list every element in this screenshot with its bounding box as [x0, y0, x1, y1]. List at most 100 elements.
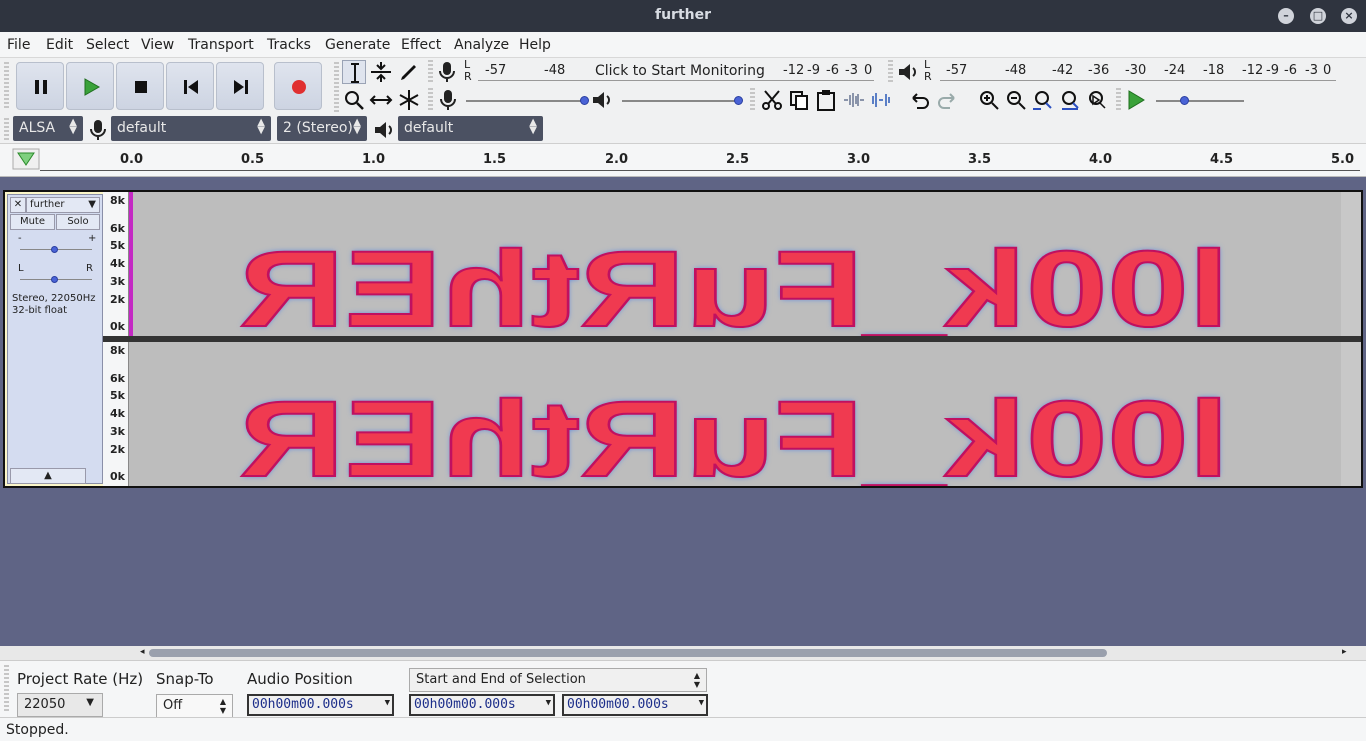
record-button[interactable]	[274, 62, 322, 110]
ruler-tick: 5.0	[1331, 152, 1355, 167]
timeline-ruler[interactable]: 0.0 0.5 1.0 1.5 2.0 2.5 3.0 3.5 4.0 4.5 …	[0, 144, 1366, 177]
fit-selection-button[interactable]	[1031, 88, 1055, 112]
paste-button[interactable]	[814, 88, 838, 112]
scroll-left-icon[interactable]: ◂	[140, 647, 145, 657]
skip-to-end-button[interactable]	[216, 62, 264, 110]
copy-button[interactable]	[787, 88, 811, 112]
menu-effect[interactable]: Effect	[401, 37, 441, 53]
pan-slider[interactable]	[20, 276, 92, 283]
toolbar-grip[interactable]	[428, 88, 433, 112]
skip-to-start-button[interactable]	[166, 62, 214, 110]
zoom-tool[interactable]	[342, 88, 366, 112]
cut-button[interactable]	[760, 88, 784, 112]
playback-meter-bar[interactable]	[940, 80, 1336, 81]
frequency-scale-right[interactable]: 8k 6k 5k 4k 3k 2k 0k	[103, 342, 129, 486]
collapse-track-button[interactable]: ▲	[10, 468, 86, 484]
menu-file[interactable]: File	[7, 37, 30, 53]
audio-host-select[interactable]: ALSA ▲ ▼	[13, 116, 83, 141]
spectrogram-right-channel[interactable]: l00k_FuRthER l00k_FuRthER	[129, 342, 1361, 486]
playback-meter-button[interactable]	[896, 60, 920, 84]
toolbar-grip[interactable]	[4, 665, 9, 713]
project-rate-select[interactable]: 22050 ▼	[17, 693, 103, 717]
recording-channels-select[interactable]: 2 (Stereo) ▲ ▼	[277, 116, 367, 141]
selection-mode-select[interactable]: Start and End of Selection ▲ ▼	[409, 668, 707, 692]
minimize-icon[interactable]: –	[1278, 8, 1294, 24]
recording-device-select[interactable]: default ▲ ▼	[111, 116, 271, 141]
horizontal-scrollbar[interactable]: ◂ ▸	[0, 646, 1366, 660]
selection-tool[interactable]	[342, 60, 366, 84]
play-meter-tick: -42	[1052, 63, 1074, 78]
dropdown-arrow-icon: ▼	[545, 698, 551, 708]
pin-head-icon[interactable]	[12, 148, 40, 170]
fit-project-button[interactable]	[1058, 88, 1082, 112]
playback-device-select[interactable]: default ▲ ▼	[398, 116, 543, 141]
play-button[interactable]	[66, 62, 114, 110]
freq-label: 4k	[110, 407, 125, 420]
audio-track[interactable]: ✕ further ▼ Mute Solo - + L R Stereo, 22…	[3, 190, 1363, 488]
toolbar-grip[interactable]	[4, 62, 9, 110]
close-window-icon[interactable]: ×	[1341, 8, 1357, 24]
microphone-icon	[440, 90, 456, 110]
silence-audio-button[interactable]	[869, 88, 893, 112]
audio-position-time[interactable]: 00h00m00.000s ▼	[247, 694, 394, 716]
pause-icon	[35, 80, 47, 94]
skip-end-icon	[234, 80, 248, 94]
play-meter-tick: -9	[1266, 63, 1279, 78]
menu-tracks[interactable]: Tracks	[267, 37, 311, 53]
scrollbar-thumb[interactable]	[149, 649, 1107, 657]
speaker-icon	[375, 122, 392, 138]
title-bar: further – □ ×	[0, 0, 1366, 32]
trim-audio-button[interactable]	[842, 88, 866, 112]
recording-volume-slider[interactable]	[466, 96, 589, 105]
track-format-info: Stereo, 22050Hz	[12, 293, 96, 304]
redo-button[interactable]	[935, 88, 959, 112]
menu-edit[interactable]: Edit	[46, 37, 73, 53]
select-arrows-icon: ▲ ▼	[219, 697, 226, 715]
scroll-right-icon[interactable]: ▸	[1342, 647, 1347, 657]
play-at-speed-button[interactable]	[1124, 88, 1148, 112]
gain-slider[interactable]	[20, 246, 92, 253]
mute-button[interactable]: Mute	[10, 214, 55, 230]
multi-tool[interactable]	[397, 88, 421, 112]
record-meter-bar[interactable]	[478, 80, 874, 81]
menu-transport[interactable]: Transport	[188, 37, 254, 53]
toolbar-grip[interactable]	[4, 118, 9, 140]
menu-generate[interactable]: Generate	[325, 37, 390, 53]
playback-speed-slider[interactable]	[1156, 96, 1244, 105]
undo-button[interactable]	[908, 88, 932, 112]
pause-button[interactable]	[16, 62, 64, 110]
ruler-tick: 3.5	[968, 152, 992, 167]
toolbar-grip[interactable]	[750, 88, 755, 112]
menu-view[interactable]: View	[141, 37, 174, 53]
menu-bar: File Edit Select View Transport Tracks G…	[0, 32, 1366, 58]
zoom-in-button[interactable]	[977, 88, 1001, 112]
time-shift-tool[interactable]	[369, 88, 393, 112]
maximize-icon[interactable]: □	[1310, 8, 1326, 24]
record-meter-prompt[interactable]: Click to Start Monitoring	[595, 63, 765, 79]
selection-start-time[interactable]: 00h00m00.000s ▼	[409, 694, 555, 716]
menu-help[interactable]: Help	[519, 37, 551, 53]
menu-select[interactable]: Select	[86, 37, 129, 53]
toolbar-grip[interactable]	[428, 60, 433, 84]
track-menu-button[interactable]: further ▼	[26, 197, 100, 213]
selection-end-time[interactable]: 00h00m00.000s ▼	[562, 694, 708, 716]
track-area[interactable]: ✕ further ▼ Mute Solo - + L R Stereo, 22…	[0, 178, 1366, 646]
spectrogram-left-channel[interactable]: l00k_FuRthER l00k_FuRthER	[129, 192, 1361, 336]
menu-analyze[interactable]: Analyze	[454, 37, 509, 53]
track-close-button[interactable]: ✕	[10, 197, 26, 213]
playback-volume-slider[interactable]	[622, 96, 743, 105]
stop-button[interactable]	[116, 62, 164, 110]
recording-device-icon	[86, 118, 110, 142]
record-meter-button[interactable]	[435, 60, 459, 84]
snap-to-select[interactable]: Off ▲ ▼	[156, 694, 233, 718]
rec-meter-tick: -3	[845, 63, 858, 78]
frequency-scale-left[interactable]: 8k 6k 5k 4k 3k 2k 0k	[103, 192, 129, 336]
toolbar-grip[interactable]	[888, 60, 893, 84]
solo-button[interactable]: Solo	[56, 214, 100, 230]
toolbar-grip[interactable]	[1116, 88, 1121, 112]
draw-tool[interactable]	[397, 60, 421, 84]
envelope-tool[interactable]	[369, 60, 393, 84]
zoom-toggle-button[interactable]	[1085, 88, 1109, 112]
zoom-out-button[interactable]	[1004, 88, 1028, 112]
toolbar-grip[interactable]	[334, 62, 339, 114]
